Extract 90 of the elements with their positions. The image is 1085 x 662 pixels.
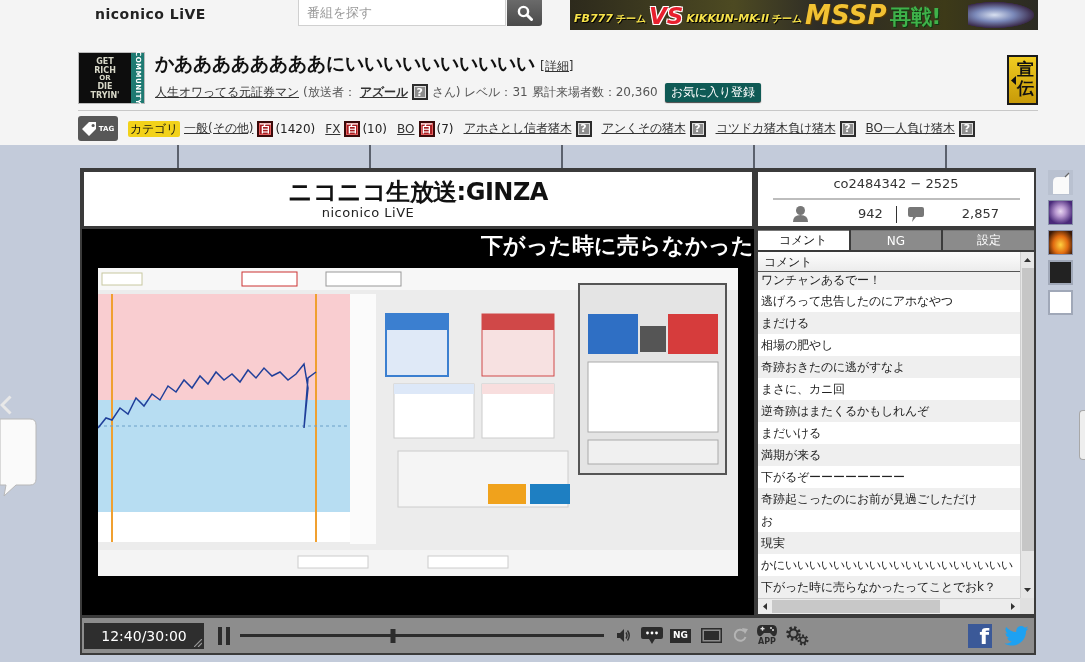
comment-row[interactable]: 満期が来る: [758, 444, 1020, 466]
search-icon: [516, 5, 533, 21]
scroll-up-icon[interactable]: [1024, 258, 1031, 262]
level-text: レベル：31: [464, 83, 528, 101]
app-button[interactable]: APP: [757, 625, 777, 646]
banner-text: FB777: [574, 13, 613, 24]
comment-icon: [907, 206, 924, 222]
comment-row[interactable]: 奇跡起こったのにお前が見過ごしただけ: [758, 488, 1020, 510]
comment-row[interactable]: 下がった時に売らなかったってことでおk？: [758, 576, 1020, 598]
seek-thumb[interactable]: [390, 628, 396, 643]
speaker-icon[interactable]: [617, 629, 631, 642]
avatar-thumbnail[interactable]: [1048, 200, 1073, 225]
encyclopedia-button[interactable]: 百: [257, 120, 274, 137]
scrollbar-thumb[interactable]: [772, 600, 940, 613]
banner-text: KIKKUN-MK-II: [686, 13, 770, 24]
tag-link[interactable]: FX: [325, 121, 341, 136]
facebook-button[interactable]: f: [968, 623, 992, 648]
comment-row[interactable]: 奇跡おきたのに逃がすなよ: [758, 356, 1020, 378]
logo-subtitle: niconico LiVE: [321, 204, 415, 220]
favorite-button[interactable]: お気に入り登録: [664, 82, 761, 102]
logo-subtitle: niconico LiVE: [95, 6, 206, 22]
gamepad-icon: [757, 625, 777, 637]
banner-text: MSSP: [805, 2, 887, 28]
thumbnail-text: TRYIN': [90, 90, 120, 100]
comment-row[interactable]: まだける: [758, 312, 1020, 334]
comment-row[interactable]: 現実: [758, 532, 1020, 554]
comment-row[interactable]: ワンチャンあるでー！: [758, 272, 1020, 290]
search-field[interactable]: 番組を探す: [298, 0, 506, 26]
thumbnail-text: DIE: [97, 81, 113, 91]
broadcaster-label: (放送者：: [303, 83, 356, 101]
divider-line: [945, 145, 947, 168]
scroll-down-icon[interactable]: [1024, 588, 1031, 592]
ng-button[interactable]: NG: [670, 628, 691, 643]
screen-icon[interactable]: [701, 628, 722, 643]
broadcaster-suffix: さん): [431, 83, 461, 101]
banner-text: チーム: [615, 14, 646, 24]
swatch-icon[interactable]: [1048, 290, 1073, 315]
banner-text: VS: [648, 5, 684, 28]
banner-artwork: [968, 2, 1034, 28]
search-button[interactable]: [507, 0, 542, 26]
encyclopedia-button[interactable]: 百: [344, 120, 361, 137]
pause-icon[interactable]: [218, 626, 230, 645]
tag-link[interactable]: BO一人負け猪木: [865, 120, 955, 137]
community-link[interactable]: 人生オワってる元証券マン: [155, 83, 299, 101]
category-badge: カテゴリ: [128, 120, 180, 137]
horizontal-scrollbar[interactable]: [758, 598, 1020, 614]
banner-text: 再戦!: [889, 7, 942, 28]
user-icon: [793, 206, 808, 222]
thumbnail-text: GET: [96, 56, 114, 66]
divider-line: [177, 145, 179, 168]
tag-link[interactable]: コツドカ猪木負け猪木: [715, 120, 836, 137]
comment-icon[interactable]: [641, 627, 663, 644]
detail-link[interactable]: [詳細]: [540, 58, 574, 75]
photo-thumbnail[interactable]: [1048, 230, 1073, 255]
swatch-icon[interactable]: [1048, 260, 1073, 285]
viewer-count: 942: [858, 206, 883, 222]
overlay-comment: 下がった時に売らなかった: [481, 233, 754, 259]
logo-title: ニコニコ生放送:GINZA: [288, 178, 548, 205]
scrollbar-thumb[interactable]: [1021, 268, 1034, 551]
comment-count: 2,857: [961, 206, 1000, 222]
broadcaster-link[interactable]: アズール: [359, 83, 408, 101]
vertical-scrollbar[interactable]: [1020, 252, 1034, 598]
thumbnail-text: RICH: [94, 65, 116, 75]
banner-ad[interactable]: FB777 チーム VS KIKKUN-MK-II チーム MSSP再戦!: [570, 0, 1038, 30]
caret-icon: [1011, 75, 1016, 85]
time-text: 12:40/30:00: [101, 627, 187, 644]
divider-line: [369, 145, 371, 168]
tag-link[interactable]: アホさとし信者猪木: [463, 120, 572, 137]
program-title: かああああああああにいいいいいいいいいい: [155, 52, 535, 74]
tag-icon: [81, 121, 97, 136]
tag-link[interactable]: 一般(その他): [184, 120, 254, 137]
tag-count: (7): [436, 121, 454, 136]
divider-line: [753, 145, 755, 168]
banner-text: チーム: [772, 14, 803, 24]
scroll-left-icon[interactable]: [763, 603, 767, 610]
tag-count: (1420): [275, 121, 316, 136]
scroll-right-icon[interactable]: [1011, 603, 1015, 610]
comment-row[interactable]: 逆奇跡はまたくるかもしれんぞ: [758, 400, 1020, 422]
panel-tab[interactable]: コメント: [758, 230, 849, 250]
settings-icon[interactable]: [786, 625, 809, 646]
tag-link[interactable]: アンくその猪木: [601, 120, 686, 137]
tag-count: (10): [362, 121, 388, 136]
visitor-count: 累計来場者数：20,360: [531, 83, 658, 101]
divider-line: [561, 145, 563, 168]
encyclopedia-button[interactable]: 百: [418, 120, 435, 137]
promo-button[interactable]: 宣伝: [1007, 55, 1038, 105]
room-id: co2484342 − 2525: [833, 176, 959, 192]
resize-grip-icon[interactable]: [194, 638, 202, 647]
tag-link[interactable]: BO: [397, 121, 415, 136]
list-header: コメント: [758, 252, 1020, 272]
